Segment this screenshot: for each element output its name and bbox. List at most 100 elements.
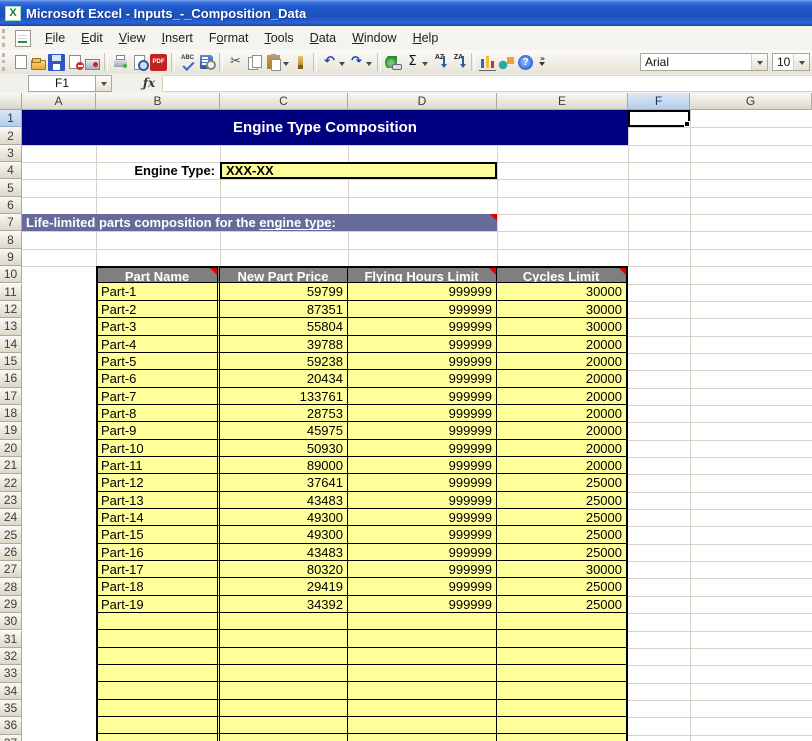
new-document-button[interactable] (12, 52, 30, 73)
cell-C15[interactable]: 59238 (220, 353, 348, 370)
sort-ascending-button[interactable]: AZ (430, 52, 449, 73)
name-box[interactable]: F1 (28, 75, 96, 92)
cell-C16[interactable]: 20434 (220, 370, 348, 387)
font-name-dropdown-icon[interactable] (751, 54, 767, 70)
cell-E28[interactable]: 25000 (497, 578, 628, 595)
cell-D16[interactable]: 999999 (348, 370, 497, 387)
cell-E27[interactable]: 30000 (497, 561, 628, 578)
cell-E29[interactable]: 25000 (497, 596, 628, 613)
mail-button[interactable] (84, 52, 101, 73)
cell-C11[interactable]: 59799 (220, 283, 348, 300)
cell-C26[interactable]: 43483 (220, 544, 348, 561)
cell-C18[interactable]: 28753 (220, 405, 348, 422)
formula-input[interactable] (162, 75, 812, 92)
font-size-dropdown-icon[interactable] (793, 54, 809, 70)
cell-D14[interactable]: 999999 (348, 336, 497, 353)
cell-E26[interactable]: 25000 (497, 544, 628, 561)
save-button[interactable] (47, 52, 66, 73)
cell-B20[interactable]: Part-10 (96, 440, 220, 457)
row-header-6[interactable]: 6 (0, 197, 22, 214)
cell-C34[interactable] (220, 682, 348, 699)
row-header-17[interactable]: 17 (0, 388, 22, 405)
spelling-button[interactable]: ABC (178, 52, 197, 73)
permission-button[interactable] (66, 52, 84, 73)
row-header-19[interactable]: 19 (0, 422, 22, 439)
cell-D27[interactable]: 999999 (348, 561, 497, 578)
cell-C24[interactable]: 49300 (220, 509, 348, 526)
cell-D37[interactable] (348, 734, 497, 741)
cell-E22[interactable]: 25000 (497, 474, 628, 491)
font-size-combo[interactable]: 10 (772, 53, 810, 71)
column-header-A[interactable]: A (22, 93, 96, 110)
column-header-F[interactable]: F (628, 93, 690, 110)
cell-B27[interactable]: Part-17 (96, 561, 220, 578)
cell-E24[interactable]: 25000 (497, 509, 628, 526)
cell-C30[interactable] (220, 613, 348, 630)
row-header-2[interactable]: 2 (0, 127, 22, 144)
cell-D25[interactable]: 999999 (348, 526, 497, 543)
cell-B15[interactable]: Part-5 (96, 353, 220, 370)
cell-D34[interactable] (348, 682, 497, 699)
cell-B24[interactable]: Part-14 (96, 509, 220, 526)
menu-format[interactable]: Format (201, 28, 257, 48)
table-header-cell[interactable]: Part Name (96, 266, 220, 283)
cell-E36[interactable] (497, 717, 628, 734)
toolbar-options-button[interactable]: » (535, 52, 550, 73)
row-header-20[interactable]: 20 (0, 440, 22, 457)
cell-C21[interactable]: 89000 (220, 457, 348, 474)
cell-E18[interactable]: 20000 (497, 405, 628, 422)
row-header-10[interactable]: 10 (0, 266, 22, 283)
cell-E12[interactable]: 30000 (497, 301, 628, 318)
menu-edit[interactable]: Edit (73, 28, 111, 48)
row-header-28[interactable]: 28 (0, 578, 22, 595)
engine-type-label-cell[interactable]: Engine Type: (96, 162, 220, 179)
cell-B34[interactable] (96, 682, 220, 699)
sort-descending-button[interactable]: ZA (449, 52, 468, 73)
cell-D13[interactable]: 999999 (348, 318, 497, 335)
cell-B33[interactable] (96, 665, 220, 682)
column-header-C[interactable]: C (220, 93, 348, 110)
cell-B23[interactable]: Part-13 (96, 492, 220, 509)
row-header-31[interactable]: 31 (0, 631, 22, 648)
sheet-title-banner-cell[interactable]: Engine Type Composition (22, 110, 628, 145)
cell-D35[interactable] (348, 700, 497, 717)
copy-button[interactable] (245, 52, 264, 73)
cell-B22[interactable]: Part-12 (96, 474, 220, 491)
row-header-5[interactable]: 5 (0, 179, 22, 196)
autosum-dropdown-icon[interactable] (422, 62, 428, 69)
column-header-D[interactable]: D (348, 93, 497, 110)
cell-D17[interactable]: 999999 (348, 388, 497, 405)
cell-D26[interactable]: 999999 (348, 544, 497, 561)
row-header-27[interactable]: 27 (0, 561, 22, 578)
cell-C29[interactable]: 34392 (220, 596, 348, 613)
cell-C31[interactable] (220, 630, 348, 647)
cell-B16[interactable]: Part-6 (96, 370, 220, 387)
cell-E11[interactable]: 30000 (497, 283, 628, 300)
cell-B35[interactable] (96, 700, 220, 717)
row-header-14[interactable]: 14 (0, 336, 22, 353)
cell-B12[interactable]: Part-2 (96, 301, 220, 318)
cell-C32[interactable] (220, 648, 348, 665)
undo-button[interactable]: ↶ (320, 52, 347, 73)
workbook-icon[interactable] (15, 30, 31, 47)
cell-C19[interactable]: 45975 (220, 422, 348, 439)
cell-B26[interactable]: Part-16 (96, 544, 220, 561)
cell-B25[interactable]: Part-15 (96, 526, 220, 543)
format-painter-button[interactable] (291, 52, 310, 73)
cell-E14[interactable]: 20000 (497, 336, 628, 353)
cell-C35[interactable] (220, 700, 348, 717)
research-button[interactable] (197, 52, 216, 73)
pdf-button[interactable]: PDF (149, 52, 168, 73)
row-header-12[interactable]: 12 (0, 301, 22, 318)
row-header-21[interactable]: 21 (0, 457, 22, 474)
paste-dropdown-icon[interactable] (283, 62, 289, 69)
open-button[interactable] (30, 52, 47, 73)
column-header-G[interactable]: G (690, 93, 812, 110)
redo-button[interactable]: ↷ (347, 52, 374, 73)
engine-type-value-cell[interactable]: XXX-XX (220, 162, 497, 179)
column-header-E[interactable]: E (497, 93, 628, 110)
print-preview-button[interactable] (130, 52, 149, 73)
row-header-16[interactable]: 16 (0, 370, 22, 387)
row-header-36[interactable]: 36 (0, 717, 22, 734)
cell-D31[interactable] (348, 630, 497, 647)
